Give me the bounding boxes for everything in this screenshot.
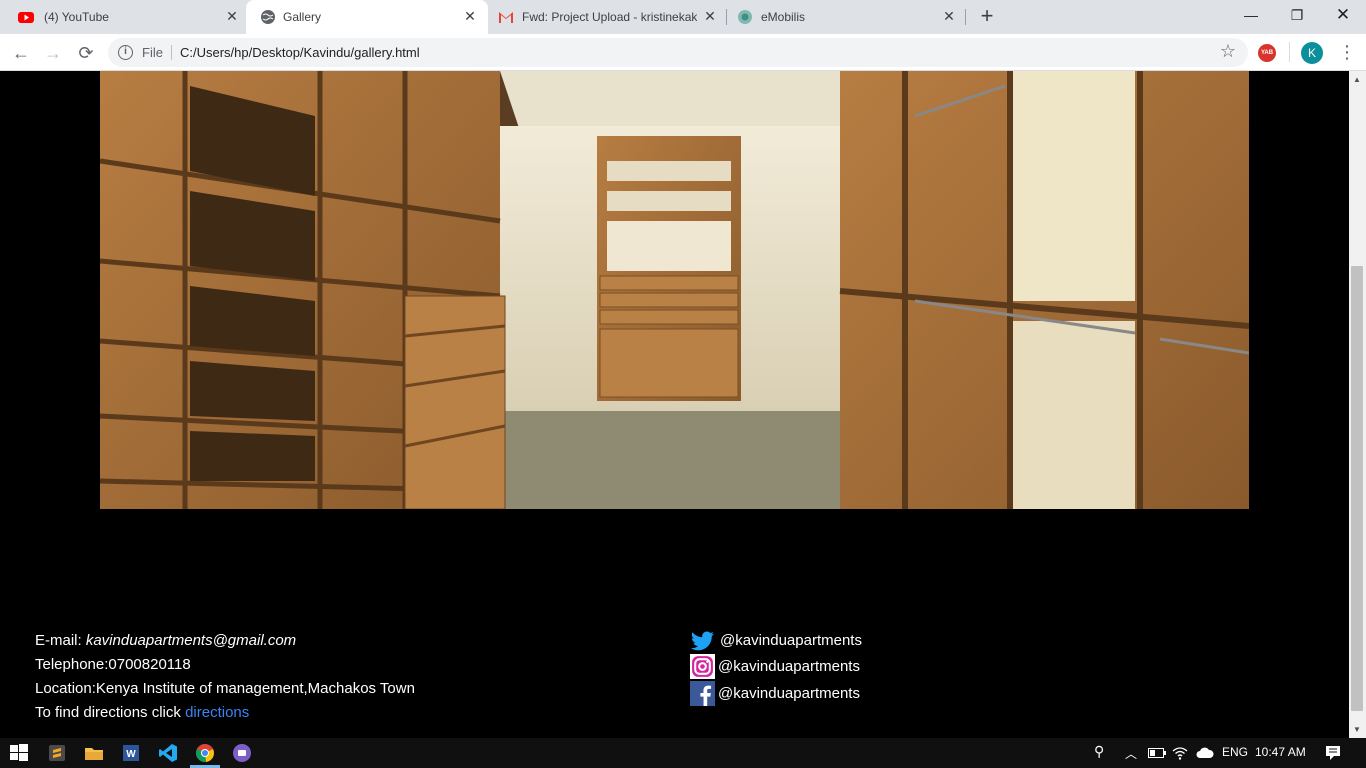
tab-title: Fwd: Project Upload - kristinekak [522,10,697,24]
svg-text:W: W [126,749,136,760]
telephone-line: Telephone:0700820118 [35,656,191,673]
url-divider [171,45,172,60]
instagram-handle: @kavinduapartments [718,658,860,675]
directions-line: To find directions click directions [35,701,415,725]
close-tab-icon[interactable]: ✕ [702,8,718,24]
chrome-icon[interactable] [194,742,216,764]
email-value: kavinduapartments@gmail.com [85,632,297,649]
tab-title: Gallery [283,10,322,24]
language-indicator[interactable]: ENG [1222,745,1248,759]
youtube-icon [18,12,34,23]
menu-kebab-icon[interactable]: ⋮ [1338,40,1356,64]
file-explorer-icon[interactable] [83,742,105,764]
facebook-icon [690,680,715,706]
browser-toolbar: ← → ⟳ i File C:/Users/hp/Desktop/Kavindu… [0,34,1366,71]
tab-divider [965,9,966,25]
url-text[interactable]: C:/Users/hp/Desktop/Kavindu/gallery.html [180,45,420,60]
scroll-down-icon[interactable]: ▼ [1353,725,1361,734]
facebook-handle: @kavinduapartments [718,684,860,702]
tab-gmail[interactable]: Fwd: Project Upload - kristinekak ✕ [488,0,726,34]
tab-title: (4) YouTube [44,10,109,24]
globe-icon [261,10,275,24]
info-icon[interactable]: i [118,45,133,60]
address-bar[interactable]: i File C:/Users/hp/Desktop/Kavindu/galle… [108,38,1248,67]
profile-avatar[interactable]: K [1301,42,1323,64]
close-tab-icon[interactable]: ✕ [224,8,240,24]
minimize-button[interactable]: — [1228,0,1274,30]
forward-button[interactable]: → [41,41,65,65]
close-window-button[interactable]: ✕ [1320,0,1366,30]
extension-icon[interactable]: YAB [1258,44,1276,62]
tab-strip: (4) YouTube ✕ Gallery ✕ Fwd: Project Upl… [0,0,1366,34]
close-tab-icon[interactable]: ✕ [941,8,957,24]
windows-taskbar: W ⚲ ︿ ENG 10:47 AM [0,738,1366,768]
app-purple-icon[interactable] [231,742,253,764]
emobilis-icon [738,10,752,24]
scroll-up-icon[interactable]: ▲ [1353,75,1361,84]
tab-title: eMobilis [761,10,806,24]
instagram-icon [690,654,715,679]
windows-start-icon[interactable] [8,742,30,764]
tab-emobilis[interactable]: eMobilis ✕ [727,0,965,34]
tray-chevron-icon[interactable]: ︿ [1125,745,1137,762]
sublime-text-icon[interactable] [46,742,68,764]
battery-icon[interactable] [1148,748,1166,758]
twitter-icon [690,631,715,650]
tab-gallery[interactable]: Gallery ✕ [246,0,488,34]
new-tab-button[interactable]: + [977,5,997,27]
contact-info: E-mail: kavinduapartments@gmail.com Tele… [35,629,415,725]
back-button[interactable]: ← [9,41,33,65]
url-scheme: File [142,45,163,60]
email-line: E-mail: kavinduapartments@gmail.com [35,629,415,653]
reload-button[interactable]: ⟳ [74,41,98,65]
word-icon[interactable]: W [120,742,142,764]
walk-in-closet-photo [100,71,1249,509]
instagram-link[interactable]: @kavinduapartments [690,654,862,680]
social-links: @kavinduapartments @kavinduapartments @k… [690,627,862,707]
gmail-icon [499,12,513,23]
email-label: E-mail: [35,632,86,649]
scrollbar-thumb[interactable] [1351,266,1363,711]
twitter-link[interactable]: @kavinduapartments [690,627,862,653]
directions-prefix: To find directions click [35,704,186,721]
toolbar-divider [1289,42,1290,62]
people-icon[interactable]: ⚲ [1094,743,1104,760]
bookmark-star-icon[interactable]: ☆ [1220,41,1236,62]
notifications-icon[interactable] [1325,745,1341,761]
cloud-icon[interactable] [1196,747,1214,759]
clock[interactable]: 10:47 AM [1255,745,1306,759]
directions-link[interactable]: directions [185,704,249,721]
restore-button[interactable]: ❐ [1274,0,1320,30]
vscode-icon[interactable] [157,742,179,764]
page-scrollbar[interactable]: ▲ ▼ [1349,71,1366,738]
close-tab-icon[interactable]: ✕ [462,8,478,24]
page-content: E-mail: kavinduapartments@gmail.com Tele… [0,71,1349,738]
location-line: Location:Kenya Institute of management,M… [35,680,415,697]
facebook-link[interactable]: @kavinduapartments [690,680,862,706]
wifi-icon[interactable] [1172,746,1188,760]
twitter-handle: @kavinduapartments [720,631,862,649]
tab-youtube[interactable]: (4) YouTube ✕ [0,0,246,34]
